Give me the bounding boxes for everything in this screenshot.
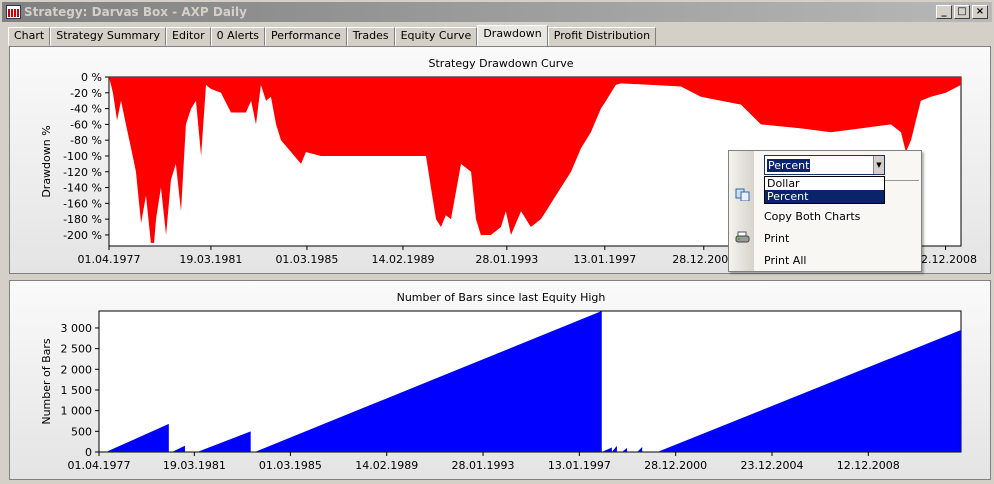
x-tick-label: 01.04.1977 bbox=[68, 459, 131, 472]
tab-chart[interactable]: Chart bbox=[8, 27, 51, 46]
copy-icon bbox=[735, 188, 750, 201]
window-title-bar: Strategy: Darvas Box - AXP Daily _ □ × bbox=[2, 2, 992, 22]
y-tick-label: -180 % bbox=[63, 213, 102, 226]
x-tick-label: 13.01.1997 bbox=[548, 459, 611, 472]
y-tick-label: 1 500 bbox=[61, 384, 93, 397]
tab-drawdown[interactable]: Drawdown bbox=[477, 25, 548, 46]
y-tick-label: -20 % bbox=[70, 87, 102, 100]
y-tick-label: 1 000 bbox=[61, 405, 93, 418]
tab-bar: Chart Strategy Summary Editor 0 Alerts P… bbox=[8, 25, 657, 46]
x-tick-label: 28.12.2000 bbox=[644, 459, 707, 472]
units-combobox-value: Percent bbox=[767, 159, 811, 172]
app-chart-icon bbox=[6, 5, 21, 19]
tab-strategy-summary[interactable]: Strategy Summary bbox=[50, 27, 167, 46]
x-tick-label: 01.04.1977 bbox=[78, 253, 141, 266]
tab-profit-distribution[interactable]: Profit Distribution bbox=[547, 27, 657, 46]
x-tick-label: 23.12.2004 bbox=[740, 459, 803, 472]
x-tick-label: 12.12.2008 bbox=[837, 459, 900, 472]
y-tick-label: -120 % bbox=[63, 166, 102, 179]
x-tick-label: 13.01.1997 bbox=[573, 253, 636, 266]
tab-trades[interactable]: Trades bbox=[346, 27, 395, 46]
printer-icon bbox=[735, 231, 750, 243]
y-tick-label: 2 500 bbox=[61, 343, 93, 356]
y-tick-label: -100 % bbox=[63, 150, 102, 163]
menu-item-print[interactable]: Print bbox=[764, 232, 789, 245]
bars-since-high-chart[interactable]: Number of Bars since last Equity High 0 50… bbox=[10, 281, 992, 481]
units-combobox[interactable]: Percent ▼ bbox=[764, 155, 885, 175]
y-tick-label: 2 000 bbox=[61, 363, 93, 376]
y-axis-label: Number of Bars bbox=[40, 338, 53, 425]
y-tick-label: -40 % bbox=[70, 103, 102, 116]
x-tick-label: 12.12.2008 bbox=[914, 253, 977, 266]
bars-since-high-chart-panel: Number of Bars since last Equity High 0 50… bbox=[9, 280, 991, 480]
close-button[interactable]: × bbox=[972, 5, 988, 19]
y-tick-label: -160 % bbox=[63, 197, 102, 210]
tab-equity-curve[interactable]: Equity Curve bbox=[394, 27, 478, 46]
menu-item-copy-both-charts[interactable]: Copy Both Charts bbox=[764, 210, 860, 223]
y-tick-label: -140 % bbox=[63, 182, 102, 195]
menu-item-print-all[interactable]: Print All bbox=[764, 254, 806, 267]
chevron-down-icon[interactable]: ▼ bbox=[873, 156, 884, 174]
x-tick-label: 28.01.1993 bbox=[475, 253, 538, 266]
x-tick-label: 19.03.1981 bbox=[179, 253, 242, 266]
tab-alerts[interactable]: 0 Alerts bbox=[210, 27, 266, 46]
x-tick-label: 28.12.2000 bbox=[672, 253, 735, 266]
y-tick-label: 500 bbox=[71, 425, 92, 438]
y-tick-label: -60 % bbox=[70, 118, 102, 131]
minimize-button[interactable]: _ bbox=[936, 5, 952, 19]
chart-title: Number of Bars since last Equity High bbox=[397, 291, 606, 304]
units-dropdown-list: Dollar Percent bbox=[764, 176, 885, 204]
y-tick-label: 0 bbox=[85, 446, 92, 459]
x-tick-label: 01.03.1985 bbox=[275, 253, 338, 266]
tab-editor[interactable]: Editor bbox=[166, 27, 211, 46]
tab-performance[interactable]: Performance bbox=[265, 27, 347, 46]
y-tick-label: -200 % bbox=[63, 229, 102, 242]
y-tick-label: 0 % bbox=[81, 71, 102, 84]
y-tick-label: 3 000 bbox=[61, 322, 93, 335]
x-tick-label: 28.01.1993 bbox=[452, 459, 515, 472]
x-tick-label: 19.03.1981 bbox=[163, 459, 226, 472]
chart-context-menu: Percent ▼ Dollar Percent Copy Both Chart… bbox=[728, 150, 922, 272]
option-percent[interactable]: Percent bbox=[765, 190, 884, 203]
x-tick-label: 14.02.1989 bbox=[355, 459, 418, 472]
maximize-button[interactable]: □ bbox=[954, 5, 970, 19]
y-tick-label: -80 % bbox=[70, 134, 102, 147]
window-title: Strategy: Darvas Box - AXP Daily bbox=[24, 5, 247, 19]
x-tick-label: 14.02.1989 bbox=[371, 253, 434, 266]
x-tick-label: 01.03.1985 bbox=[259, 459, 322, 472]
y-axis-label: Drawdown % bbox=[40, 125, 53, 197]
option-dollar[interactable]: Dollar bbox=[765, 177, 884, 190]
chart-title: Strategy Drawdown Curve bbox=[429, 57, 574, 70]
